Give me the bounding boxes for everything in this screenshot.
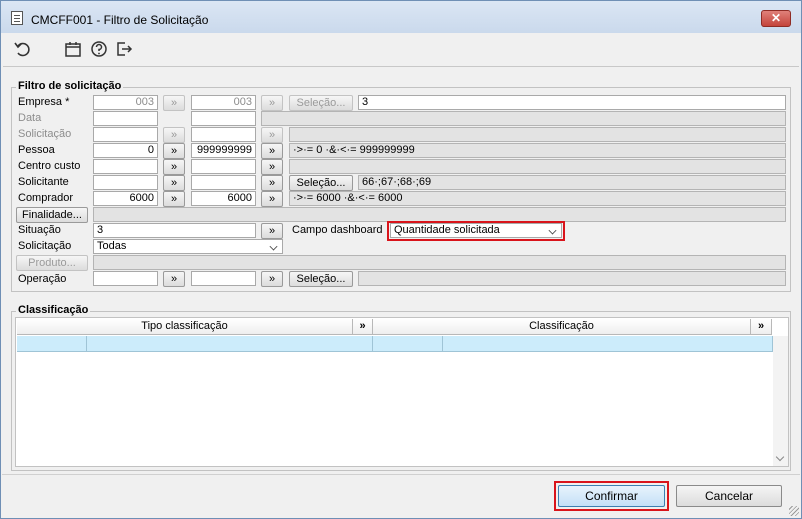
comprador-from-input[interactable]: 6000 xyxy=(93,191,158,206)
solicitante-value-field: 66·;67·;68·;69 xyxy=(358,175,786,190)
produto-button[interactable]: Produto... xyxy=(16,255,88,271)
data-description-field xyxy=(261,111,786,126)
operacao-from-input[interactable] xyxy=(93,271,158,286)
centro-custo-to-lookup-button[interactable]: » xyxy=(261,159,283,175)
centro-custo-from-lookup-button[interactable]: » xyxy=(163,159,185,175)
calendar-icon[interactable] xyxy=(62,38,84,60)
finalidade-button[interactable]: Finalidade... xyxy=(16,207,88,223)
operacao-label: Operação xyxy=(18,273,67,285)
solicitante-from-input[interactable] xyxy=(93,175,158,190)
solicitacao-to-lookup-button[interactable]: » xyxy=(261,127,283,143)
data-label: Data xyxy=(18,112,42,124)
operacao-to-lookup-button[interactable]: » xyxy=(261,271,283,287)
campo-dashboard-highlight xyxy=(387,221,565,241)
chevron-down-icon xyxy=(269,242,278,251)
grid-vertical-scrollbar[interactable] xyxy=(773,336,788,466)
resize-grip[interactable] xyxy=(789,506,799,516)
solicitacao-from-lookup-button[interactable]: » xyxy=(163,127,185,143)
solicitacao-to-input[interactable] xyxy=(191,127,256,142)
filtro-group-title: Filtro de solicitação xyxy=(16,80,124,92)
situacao-label: Situação xyxy=(18,224,61,236)
dialog-window: CMCFF001 - Filtro de Solicitação ✕ Filtr… xyxy=(0,0,802,519)
solicitacao-from-input[interactable] xyxy=(93,127,158,142)
table-row-cell[interactable] xyxy=(373,336,443,352)
centro-custo-description-field xyxy=(289,159,786,174)
comprador-label: Comprador xyxy=(18,192,74,204)
tipo-classificacao-lookup-button[interactable]: » xyxy=(353,319,373,335)
solicitacao-tipo-value: Todas xyxy=(97,240,127,252)
operacao-selecao-button[interactable]: Seleção... xyxy=(289,271,353,287)
empresa-to-lookup-button[interactable]: » xyxy=(261,95,283,111)
centro-custo-to-input[interactable] xyxy=(191,159,256,174)
pessoa-from-input[interactable]: 0 xyxy=(93,143,158,158)
comprador-description-field: ·>·= 6000 ·&·<·= 6000 xyxy=(289,191,786,206)
column-header-tipo-classificacao[interactable]: Tipo classificação xyxy=(17,319,353,335)
operacao-from-lookup-button[interactable]: » xyxy=(163,271,185,287)
produto-description-field xyxy=(93,255,786,270)
pessoa-label: Pessoa xyxy=(18,144,55,156)
solicitacao-tipo-label: Solicitação xyxy=(18,240,72,252)
data-from-input[interactable] xyxy=(93,111,158,126)
finalidade-description-field xyxy=(93,207,786,222)
empresa-from-lookup-button[interactable]: » xyxy=(163,95,185,111)
centro-custo-from-input[interactable] xyxy=(93,159,158,174)
toolbar xyxy=(2,34,800,64)
empresa-value-field: 3 xyxy=(358,95,786,110)
table-row-cell[interactable] xyxy=(443,336,773,352)
chevron-down-icon[interactable] xyxy=(775,452,785,462)
empresa-to-input[interactable]: 003 xyxy=(191,95,256,110)
column-header-classificacao[interactable]: Classificação xyxy=(373,319,751,335)
title-bar[interactable]: CMCFF001 - Filtro de Solicitação ✕ xyxy=(1,1,801,33)
operacao-value-field xyxy=(358,271,786,286)
solicitante-to-lookup-button[interactable]: » xyxy=(261,175,283,191)
solicitante-label: Solicitante xyxy=(18,176,69,188)
solicitacao-description-field xyxy=(289,127,786,142)
comprador-to-input[interactable]: 6000 xyxy=(191,191,256,206)
pessoa-description-field: ·>·= 0 ·&·<·= 999999999 xyxy=(289,143,786,158)
situacao-input[interactable]: 3 xyxy=(93,223,256,238)
table-row-cell[interactable] xyxy=(87,336,373,352)
classificacao-grid: Tipo classificação » Classificação » xyxy=(15,317,789,467)
operacao-to-input[interactable] xyxy=(191,271,256,286)
help-icon[interactable] xyxy=(88,38,110,60)
refresh-icon[interactable] xyxy=(12,38,34,60)
exit-icon[interactable] xyxy=(113,38,135,60)
confirm-highlight xyxy=(554,481,669,511)
footer-divider xyxy=(2,474,800,475)
centro-custo-label: Centro custo xyxy=(18,160,81,172)
empresa-from-input[interactable]: 003 xyxy=(93,95,158,110)
close-button[interactable]: ✕ xyxy=(761,10,791,27)
empresa-selecao-button[interactable]: Seleção... xyxy=(289,95,353,111)
solicitacao-tipo-select[interactable]: Todas xyxy=(93,239,283,254)
campo-dashboard-label: Campo dashboard xyxy=(292,224,383,236)
solicitante-from-lookup-button[interactable]: » xyxy=(163,175,185,191)
pessoa-from-lookup-button[interactable]: » xyxy=(163,143,185,159)
toolbar-divider xyxy=(3,66,799,67)
document-icon xyxy=(11,11,23,25)
table-row-cell[interactable] xyxy=(17,336,87,352)
pessoa-to-input[interactable]: 999999999 xyxy=(191,143,256,158)
comprador-from-lookup-button[interactable]: » xyxy=(163,191,185,207)
solicitante-selecao-button[interactable]: Seleção... xyxy=(289,175,353,191)
pessoa-to-lookup-button[interactable]: » xyxy=(261,143,283,159)
empresa-label: Empresa * xyxy=(18,96,70,108)
window-title: CMCFF001 - Filtro de Solicitação xyxy=(31,13,209,27)
solicitante-to-input[interactable] xyxy=(191,175,256,190)
cancel-button[interactable]: Cancelar xyxy=(676,485,782,507)
comprador-to-lookup-button[interactable]: » xyxy=(261,191,283,207)
classificacao-lookup-button[interactable]: » xyxy=(751,319,772,335)
data-to-input[interactable] xyxy=(191,111,256,126)
solicitacao-label: Solicitação xyxy=(18,128,72,140)
situacao-lookup-button[interactable]: » xyxy=(261,223,283,239)
classificacao-group-title: Classificação xyxy=(16,304,91,316)
